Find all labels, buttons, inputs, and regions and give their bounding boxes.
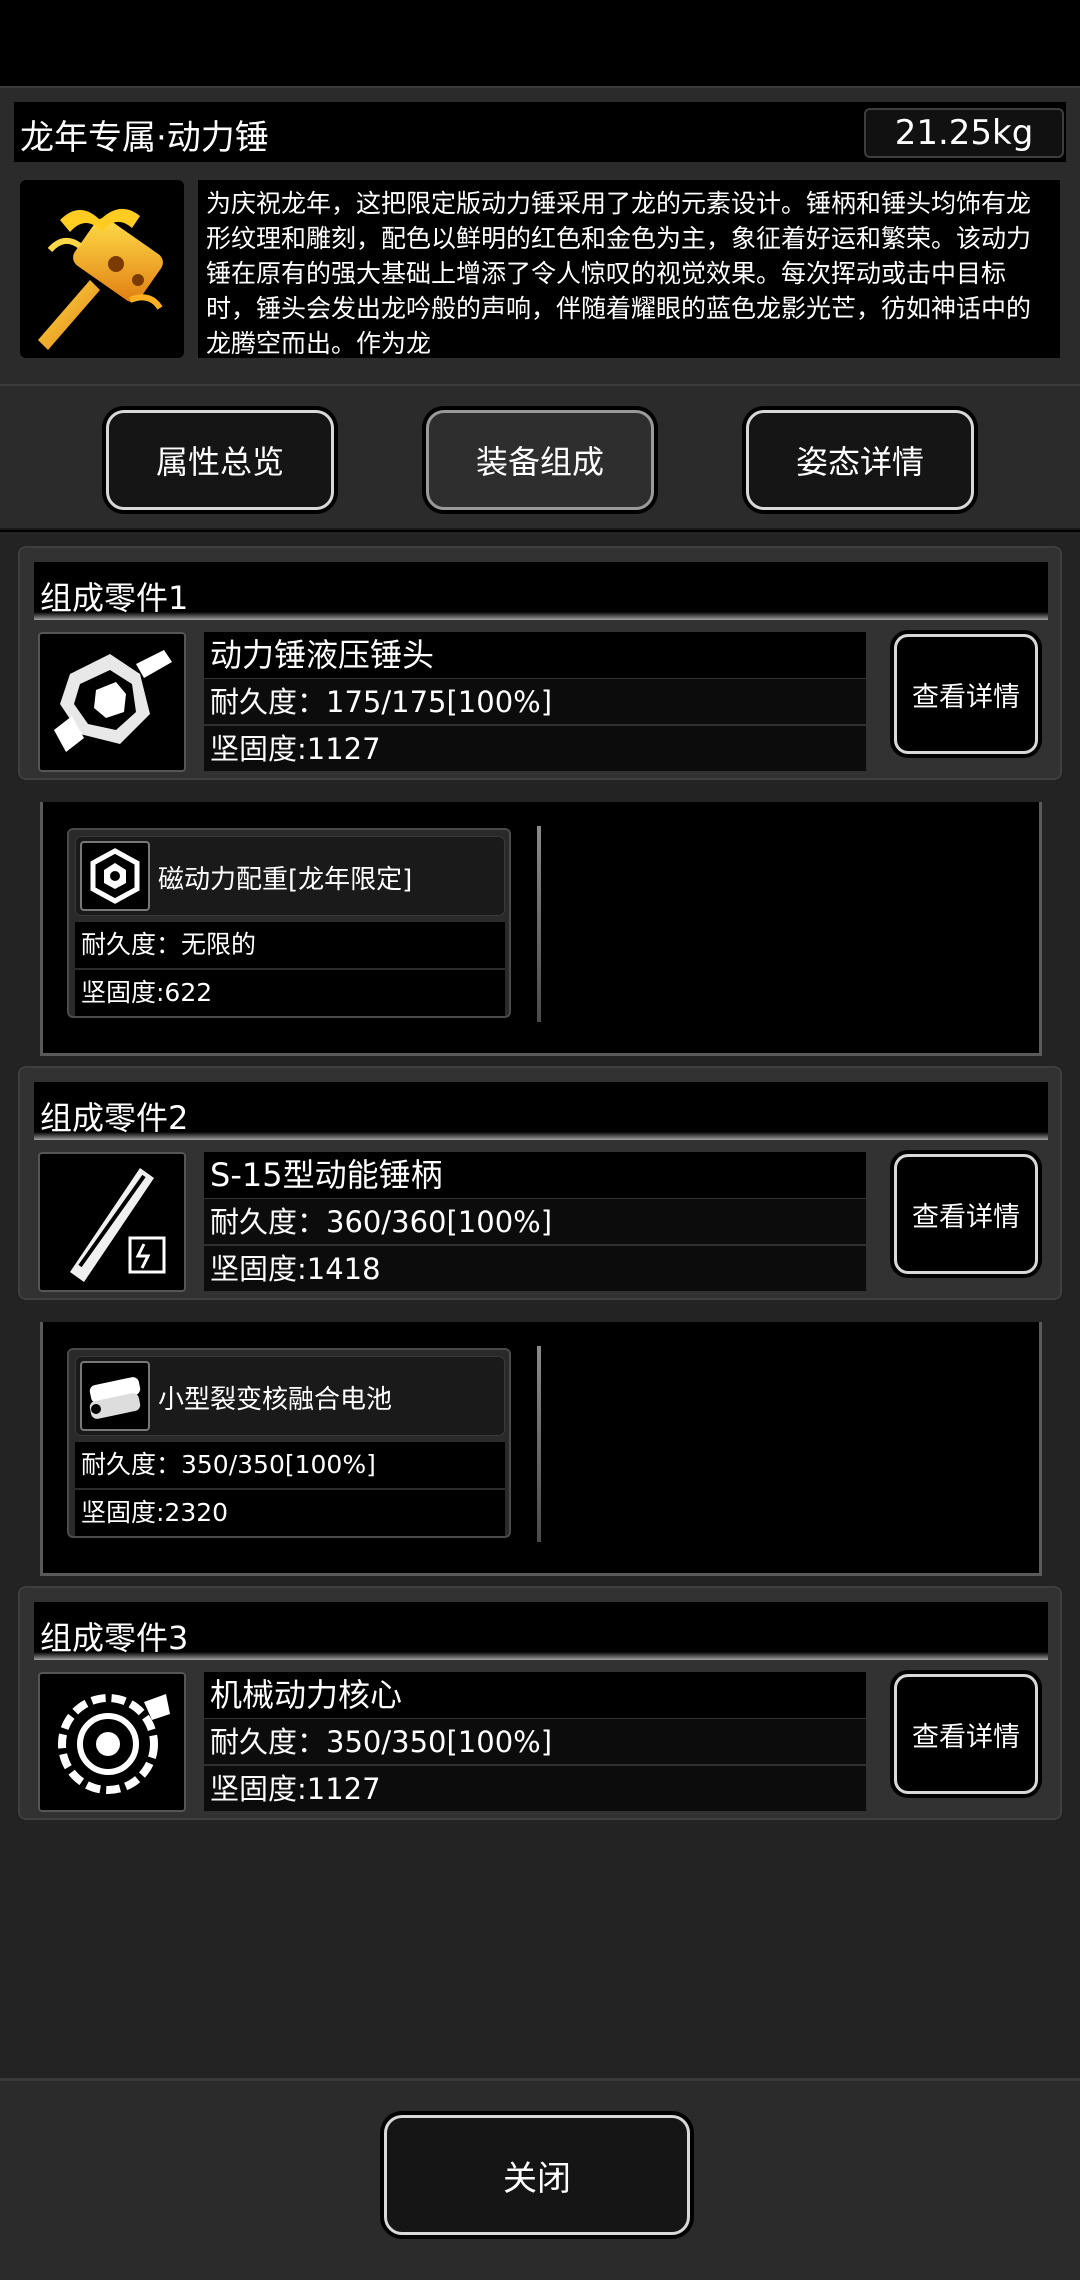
- view-details-label: 查看详情: [894, 1154, 1038, 1274]
- tab-label: 属性总览: [106, 410, 334, 510]
- sub-component-panel-2: 小型裂变核融合电池 耐久度：350/350[100%] 坚固度:2320: [40, 1322, 1042, 1576]
- item-header: 龙年专属·动力锤 21.25kg 为庆祝龙年，这把限定版动力锤采用了龙的元素设计…: [0, 86, 1080, 384]
- title-bar: 龙年专属·动力锤 21.25kg: [14, 102, 1066, 162]
- kinetic-hammer-handle-icon: [38, 1152, 186, 1292]
- part-name: 动力锤液压锤头: [204, 632, 866, 678]
- view-details-button[interactable]: 查看详情: [890, 1150, 1042, 1278]
- sub-component-toughness: 坚固度:622: [75, 970, 505, 1016]
- sub-component-name: 小型裂变核融合电池: [158, 1385, 393, 1415]
- part-name: S-15型动能锤柄: [204, 1152, 866, 1198]
- part-header: 组成零件3: [34, 1602, 1048, 1660]
- part-card-2: 组成零件2 S-15型动能锤柄 耐久度：360/360[100%] 坚固度:14…: [18, 1066, 1062, 1300]
- hydraulic-hammer-head-icon: [38, 632, 186, 772]
- part-header-label: 组成零件1: [40, 579, 189, 617]
- part-info: S-15型动能锤柄 耐久度：360/360[100%] 坚固度:1418: [204, 1152, 866, 1292]
- part-header: 组成零件1: [34, 562, 1048, 620]
- part-toughness: 坚固度:1418: [204, 1246, 866, 1292]
- tab-label: 装备组成: [426, 410, 654, 510]
- sub-component-durability: 耐久度：350/350[100%]: [75, 1442, 505, 1488]
- close-button[interactable]: 关闭: [380, 2111, 694, 2239]
- part-header: 组成零件2: [34, 1082, 1048, 1140]
- part-durability: 耐久度：350/350[100%]: [204, 1719, 866, 1765]
- sub-component-card[interactable]: 磁动力配重[龙年限定] 耐久度：无限的 坚固度:622: [67, 828, 511, 1018]
- part-toughness: 坚固度:1127: [204, 726, 866, 772]
- fusion-battery-icon: [80, 1361, 150, 1431]
- view-details-button[interactable]: 查看详情: [890, 630, 1042, 758]
- mechanical-power-core-icon: [38, 1672, 186, 1812]
- tab-stance-details[interactable]: 姿态详情: [742, 406, 978, 514]
- view-details-label: 查看详情: [894, 1674, 1038, 1794]
- tab-equipment-composition[interactable]: 装备组成: [422, 406, 658, 514]
- tab-label: 姿态详情: [746, 410, 974, 510]
- part-name: 机械动力核心: [204, 1672, 866, 1718]
- part-header-label: 组成零件3: [40, 1619, 189, 1657]
- item-weight: 21.25kg: [864, 108, 1064, 158]
- item-description: 为庆祝龙年，这把限定版动力锤采用了龙的元素设计。锤柄和锤头均饰有龙形纹理和雕刻，…: [198, 180, 1060, 358]
- tab-bar: 属性总览 装备组成 姿态详情: [0, 384, 1080, 530]
- part-info: 机械动力核心 耐久度：350/350[100%] 坚固度:1127: [204, 1672, 866, 1812]
- part-info: 动力锤液压锤头 耐久度：175/175[100%] 坚固度:1127: [204, 632, 866, 772]
- footer-bar: 关闭: [0, 2078, 1080, 2280]
- part-card-1: 组成零件1 动力锤液压锤头 耐久度：175/175[100%] 坚固度:1127…: [18, 546, 1062, 780]
- hex-counterweight-icon: [80, 841, 150, 911]
- scrollbar[interactable]: [537, 1346, 541, 1542]
- part-toughness: 坚固度:1127: [204, 1766, 866, 1812]
- part-header-label: 组成零件2: [40, 1099, 189, 1137]
- tab-attributes-overview[interactable]: 属性总览: [102, 406, 338, 514]
- sub-component-durability: 耐久度：无限的: [75, 922, 505, 968]
- sub-component-title-bar: 磁动力配重[龙年限定]: [75, 836, 505, 916]
- sub-component-title-bar: 小型裂变核融合电池: [75, 1356, 505, 1436]
- part-durability: 耐久度：360/360[100%]: [204, 1199, 866, 1245]
- golden-dragon-hammer-icon: [20, 180, 184, 358]
- view-details-label: 查看详情: [894, 634, 1038, 754]
- sub-component-panel-1: 磁动力配重[龙年限定] 耐久度：无限的 坚固度:622: [40, 802, 1042, 1056]
- scrollbar[interactable]: [537, 826, 541, 1022]
- parts-list[interactable]: 组成零件1 动力锤液压锤头 耐久度：175/175[100%] 坚固度:1127…: [0, 532, 1080, 2078]
- part-card-3: 组成零件3 机械动力核心 耐久度：350/350[100%] 坚固度:1127 …: [18, 1586, 1062, 1820]
- sub-component-name: 磁动力配重[龙年限定]: [158, 865, 413, 895]
- part-durability: 耐久度：175/175[100%]: [204, 679, 866, 725]
- close-label: 关闭: [384, 2115, 690, 2235]
- view-details-button[interactable]: 查看详情: [890, 1670, 1042, 1798]
- sub-component-toughness: 坚固度:2320: [75, 1490, 505, 1536]
- item-title: 龙年专属·动力锤: [20, 118, 269, 158]
- sub-component-card[interactable]: 小型裂变核融合电池 耐久度：350/350[100%] 坚固度:2320: [67, 1348, 511, 1538]
